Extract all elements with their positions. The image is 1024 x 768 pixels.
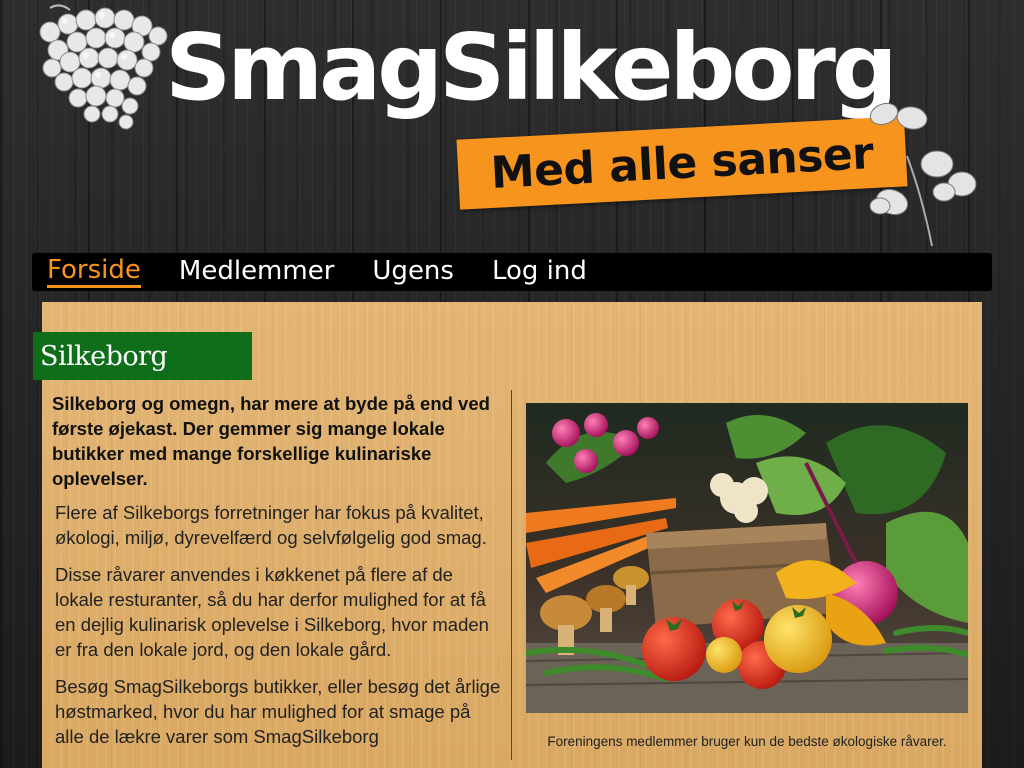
leaves-decoration-icon (869, 102, 977, 246)
section-title: Silkeborg (40, 340, 168, 372)
main-nav: Forside Medlemmer Ugens Log ind (32, 253, 992, 291)
column-divider (511, 390, 512, 760)
slogan-text: Med alle sanser (489, 127, 875, 199)
slogan-banner: Med alle sanser (456, 116, 908, 210)
site-logo[interactable]: SmagSilkeborg (165, 22, 898, 114)
grapes-decoration-icon (39, 4, 168, 130)
nav-item-forside[interactable]: Forside (47, 257, 141, 288)
image-caption: Foreningens medlemmer bruger kun de beds… (547, 734, 947, 749)
nav-item-log-ind[interactable]: Log ind (492, 258, 587, 286)
nav-item-medlemmer[interactable]: Medlemmer (179, 258, 335, 286)
body-paragraph: Disse råvarer anvendes i køkkenet på fle… (55, 564, 489, 660)
lead-paragraph: Silkeborg og omegn, har mere at byde på … (52, 393, 490, 489)
nav-item-ugens[interactable]: Ugens (372, 258, 454, 286)
article-text: Silkeborg og omegn, har mere at byde på … (52, 391, 502, 761)
vegetables-photo (526, 403, 968, 713)
body-paragraph: Besøg SmagSilkeborgs butikker, eller bes… (55, 676, 501, 747)
body-paragraph: Flere af Silkeborgs forretninger har fok… (55, 502, 487, 548)
section-title-box: Silkeborg (33, 332, 252, 380)
